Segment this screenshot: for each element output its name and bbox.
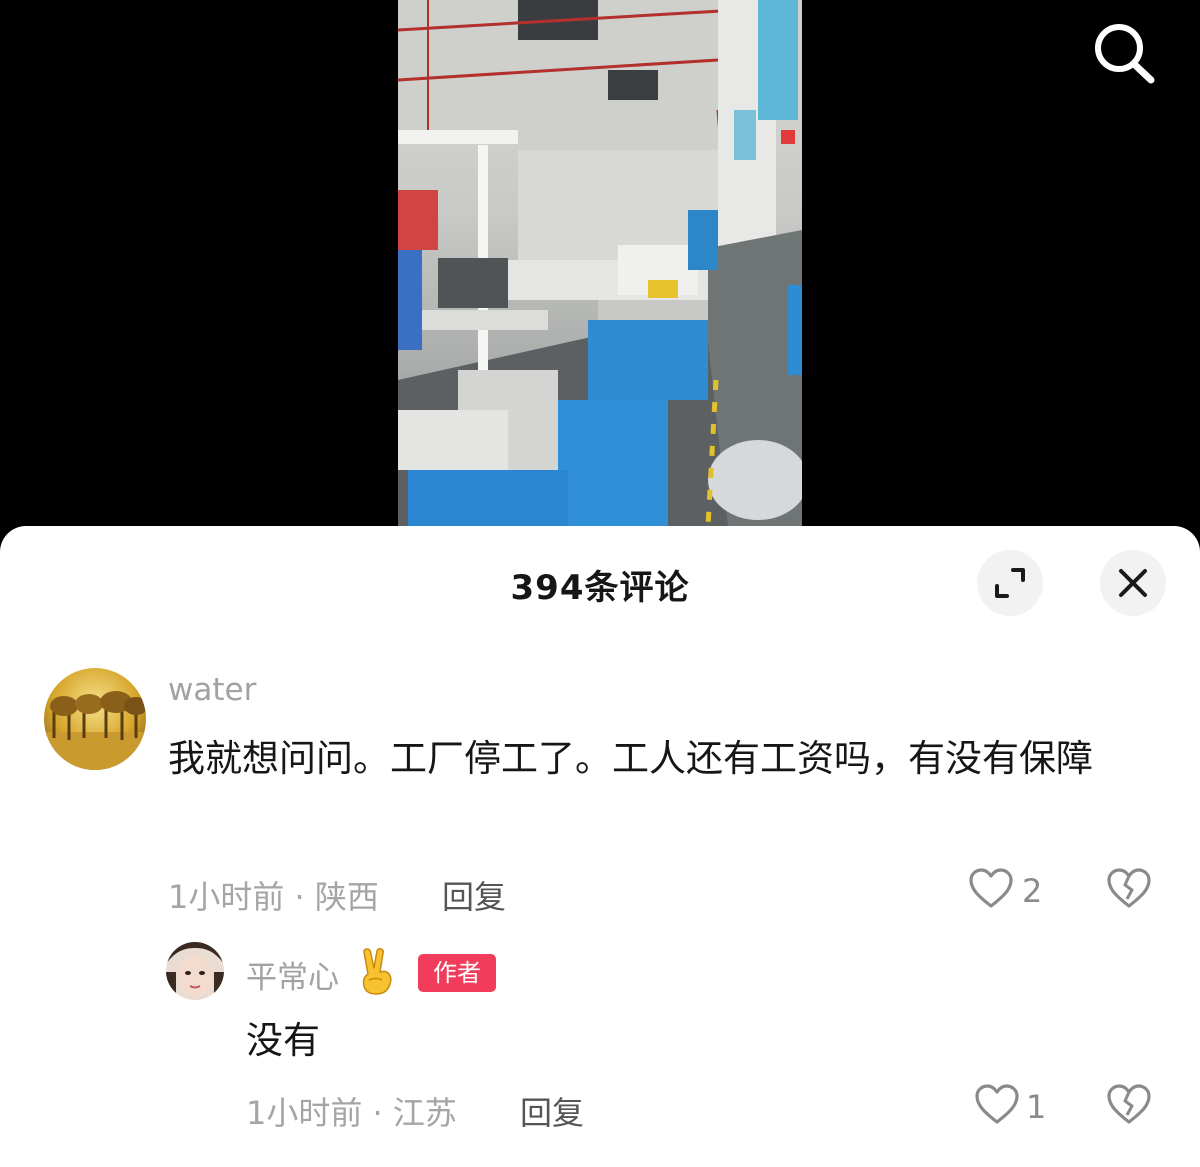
comments-sheet: 394条评论 water 我就想问问。工厂停工了。工人还有工资吗，有没有保障 1…: [0, 526, 1200, 1167]
avatar[interactable]: [166, 942, 224, 1000]
video-frame-factory-floor[interactable]: [398, 0, 802, 526]
reply-username[interactable]: 平常心: [246, 952, 339, 997]
comment-username[interactable]: water: [168, 672, 256, 708]
reply-text: 没有: [246, 1019, 320, 1062]
search-icon: [1095, 24, 1155, 84]
video-player[interactable]: [0, 0, 1200, 540]
reply-meta: 1小时前 · 江苏: [246, 1094, 457, 1132]
like-button[interactable]: [968, 866, 1014, 916]
broken-heart-icon: [1107, 868, 1151, 908]
reply-button[interactable]: 回复: [520, 1088, 584, 1134]
comment-meta: 1小时前 · 陕西: [168, 878, 379, 916]
expand-icon: [995, 568, 1025, 598]
author-badge: 作者: [418, 954, 496, 992]
search-button[interactable]: [1088, 18, 1160, 90]
factory-scene-image: [398, 0, 802, 526]
avatar[interactable]: [44, 668, 146, 770]
close-icon: [1119, 569, 1147, 597]
broken-heart-icon: [1107, 1084, 1151, 1124]
dislike-button[interactable]: [1106, 866, 1152, 916]
comment-text: 我就想问问。工厂停工了。工人还有工资吗，有没有保障: [168, 737, 1093, 780]
like-count: 2: [1022, 872, 1043, 910]
reply-button[interactable]: 回复: [442, 872, 506, 918]
expand-button[interactable]: [977, 550, 1043, 616]
heart-icon: [975, 1084, 1019, 1124]
like-count: 1: [1026, 1088, 1047, 1126]
dislike-button[interactable]: [1106, 1082, 1152, 1132]
victory-hand-emoji: [356, 948, 398, 996]
like-button[interactable]: [974, 1082, 1020, 1132]
close-button[interactable]: [1100, 550, 1166, 616]
heart-icon: [969, 868, 1013, 908]
